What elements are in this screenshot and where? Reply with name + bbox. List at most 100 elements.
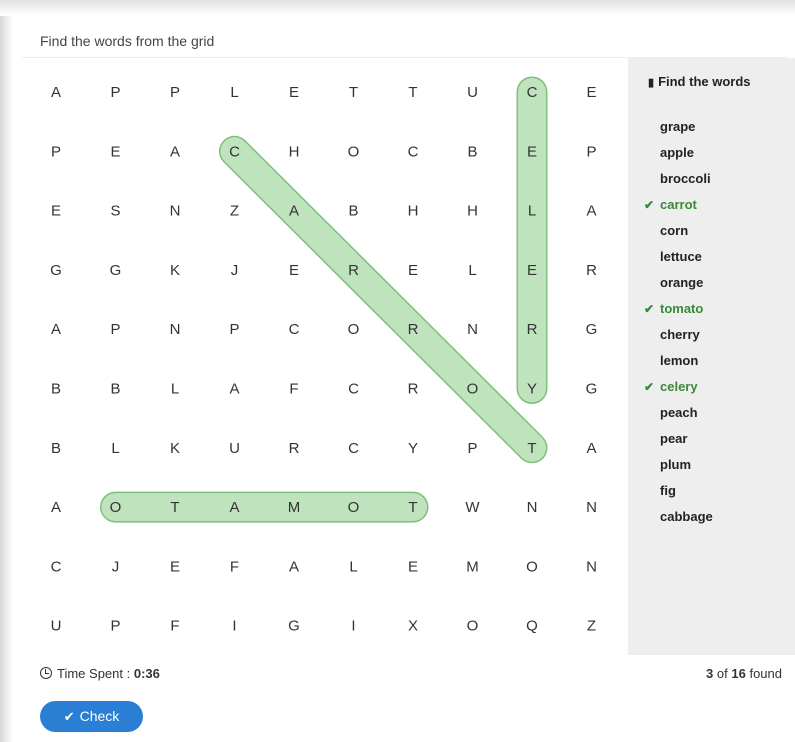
grid-letter[interactable]: T bbox=[527, 440, 536, 457]
grid-letter[interactable]: X bbox=[408, 618, 418, 635]
grid-letter[interactable]: N bbox=[586, 558, 597, 575]
grid-letter[interactable]: G bbox=[586, 321, 598, 338]
grid-letter[interactable]: M bbox=[288, 499, 301, 516]
grid-letter[interactable]: H bbox=[408, 203, 419, 220]
grid-letter[interactable]: T bbox=[349, 84, 358, 101]
grid-letter[interactable]: Y bbox=[408, 440, 418, 457]
grid-letter[interactable]: A bbox=[586, 440, 596, 457]
grid-letter[interactable]: P bbox=[229, 321, 239, 338]
grid-letter[interactable]: P bbox=[586, 143, 596, 160]
grid-letter[interactable]: J bbox=[112, 558, 120, 575]
grid-letter[interactable]: H bbox=[467, 203, 478, 220]
grid-letter[interactable]: E bbox=[586, 84, 596, 101]
grid-letter[interactable]: J bbox=[231, 262, 239, 279]
grid-letter[interactable]: L bbox=[230, 84, 238, 101]
grid-letter[interactable]: R bbox=[408, 321, 419, 338]
grid-letter[interactable]: E bbox=[408, 262, 418, 279]
grid-letter[interactable]: F bbox=[230, 558, 239, 575]
grid-letter[interactable]: T bbox=[170, 499, 179, 516]
grid-letter[interactable]: R bbox=[348, 262, 359, 279]
grid-letter[interactable]: K bbox=[170, 262, 180, 279]
grid-letter[interactable]: Z bbox=[587, 618, 596, 635]
grid-letter[interactable]: L bbox=[528, 203, 536, 220]
grid-letter[interactable]: G bbox=[586, 381, 598, 398]
grid-letter[interactable]: M bbox=[466, 558, 479, 575]
grid-letter[interactable]: C bbox=[348, 440, 359, 457]
grid-letter[interactable]: O bbox=[348, 499, 360, 516]
grid-letter[interactable]: H bbox=[289, 143, 300, 160]
grid-letter[interactable]: E bbox=[170, 558, 180, 575]
grid-letter[interactable]: I bbox=[351, 618, 355, 635]
grid-letter[interactable]: E bbox=[527, 143, 537, 160]
grid-letter[interactable]: C bbox=[348, 381, 359, 398]
grid-letter[interactable]: R bbox=[586, 262, 597, 279]
grid-letter[interactable]: O bbox=[110, 499, 122, 516]
letter-grid[interactable]: A P P L E T T U C E P E A C H O C B E P E S N Z A B H H L A G G K J E R E L E R… bbox=[22, 58, 622, 655]
grid-letter[interactable]: I bbox=[232, 618, 236, 635]
grid-letter[interactable]: C bbox=[289, 321, 300, 338]
grid-letter[interactable]: A bbox=[51, 321, 61, 338]
grid-letter[interactable]: B bbox=[467, 143, 477, 160]
grid-letter[interactable]: N bbox=[170, 321, 181, 338]
grid-letter[interactable]: L bbox=[349, 558, 357, 575]
grid-letter[interactable]: O bbox=[526, 558, 538, 575]
grid-letter[interactable]: C bbox=[408, 143, 419, 160]
grid-letter[interactable]: N bbox=[586, 499, 597, 516]
grid-letter[interactable]: E bbox=[527, 262, 537, 279]
grid-letter[interactable]: P bbox=[110, 84, 120, 101]
grid-letter[interactable]: B bbox=[110, 381, 120, 398]
grid-letter[interactable]: G bbox=[110, 262, 122, 279]
check-button[interactable]: ✔ Check bbox=[40, 701, 143, 732]
grid-letter[interactable]: B bbox=[348, 203, 358, 220]
grid-letter[interactable]: N bbox=[527, 499, 538, 516]
letter-grid-canvas[interactable]: A P P L E T T U C E P E A C H O C B E P E S N Z A B H H L A G G K J E R E L E R… bbox=[22, 58, 622, 655]
grid-letter[interactable]: P bbox=[467, 440, 477, 457]
grid-letter[interactable]: U bbox=[229, 440, 240, 457]
grid-letter[interactable]: Q bbox=[526, 618, 538, 635]
grid-letter[interactable]: N bbox=[170, 203, 181, 220]
grid-letter[interactable]: B bbox=[51, 381, 61, 398]
grid-letter[interactable]: F bbox=[170, 618, 179, 635]
grid-letter[interactable]: F bbox=[289, 381, 298, 398]
grid-letter[interactable]: E bbox=[51, 203, 61, 220]
grid-letter[interactable]: Z bbox=[230, 203, 239, 220]
grid-letter[interactable]: O bbox=[467, 381, 479, 398]
grid-letter[interactable]: P bbox=[110, 618, 120, 635]
grid-letter[interactable]: T bbox=[408, 499, 417, 516]
grid-letter[interactable]: T bbox=[408, 84, 417, 101]
grid-letter[interactable]: E bbox=[289, 84, 299, 101]
grid-letter[interactable]: A bbox=[229, 381, 239, 398]
grid-letter[interactable]: A bbox=[289, 558, 299, 575]
grid-letter[interactable]: G bbox=[50, 262, 62, 279]
grid-letter[interactable]: A bbox=[51, 84, 61, 101]
grid-letter[interactable]: P bbox=[51, 143, 61, 160]
grid-letter[interactable]: R bbox=[527, 321, 538, 338]
grid-letter[interactable]: E bbox=[110, 143, 120, 160]
grid-letter[interactable]: A bbox=[170, 143, 180, 160]
grid-letter[interactable]: U bbox=[51, 618, 62, 635]
grid-letter[interactable]: K bbox=[170, 440, 180, 457]
grid-letter[interactable]: S bbox=[110, 203, 120, 220]
grid-letter[interactable]: E bbox=[289, 262, 299, 279]
grid-letter[interactable]: B bbox=[51, 440, 61, 457]
grid-letter[interactable]: A bbox=[51, 499, 61, 516]
grid-letter[interactable]: O bbox=[467, 618, 479, 635]
grid-letter[interactable]: A bbox=[289, 203, 299, 220]
grid-letter[interactable]: C bbox=[51, 558, 62, 575]
grid-letter[interactable]: A bbox=[229, 499, 239, 516]
grid-letter[interactable]: O bbox=[348, 321, 360, 338]
grid-letter[interactable]: R bbox=[408, 381, 419, 398]
grid-letter[interactable]: L bbox=[171, 381, 179, 398]
grid-letter[interactable]: P bbox=[110, 321, 120, 338]
grid-letter[interactable]: O bbox=[348, 143, 360, 160]
grid-letter[interactable]: G bbox=[288, 618, 300, 635]
grid-letter[interactable]: U bbox=[467, 84, 478, 101]
grid-letter[interactable]: Y bbox=[527, 381, 537, 398]
grid-letter[interactable]: R bbox=[289, 440, 300, 457]
grid-letter[interactable]: N bbox=[467, 321, 478, 338]
grid-letter[interactable]: C bbox=[229, 143, 240, 160]
grid-letter[interactable]: L bbox=[111, 440, 119, 457]
grid-letter[interactable]: C bbox=[527, 84, 538, 101]
grid-letter[interactable]: L bbox=[468, 262, 476, 279]
grid-letter[interactable]: A bbox=[586, 203, 596, 220]
